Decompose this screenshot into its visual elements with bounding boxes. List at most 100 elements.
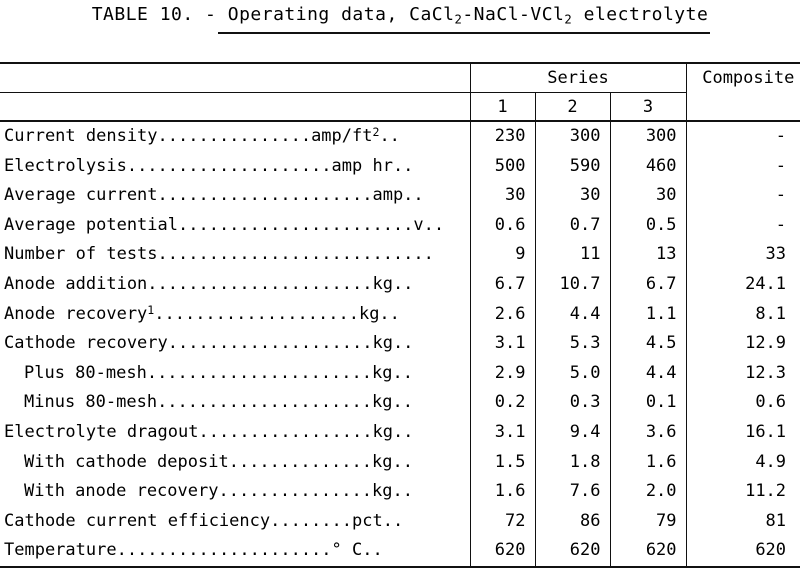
row-unit: kg.. — [372, 333, 414, 354]
row-label: Electrolyte dragout.................kg.. — [0, 418, 470, 448]
row-label-text: Number of tests — [4, 244, 158, 265]
row-label: Minus 80-mesh.....................kg.. — [0, 388, 470, 418]
cell-composite: 620 — [685, 536, 800, 568]
row-label-text: Plus 80-mesh — [24, 362, 147, 383]
cell-composite: - — [685, 210, 800, 241]
table-row: With cathode deposit..............kg.. 1.… — [0, 447, 800, 478]
cell-series-2: 620 — [534, 536, 610, 568]
row-label-text: Electrolyte dragout — [4, 421, 199, 442]
dot-leader: .................... — [154, 303, 359, 324]
row-unit: amp.. — [372, 185, 424, 206]
cell-composite: 12.9 — [685, 329, 800, 359]
table-row: Anode recovery1....................kg.. 2… — [0, 299, 800, 330]
cell-series-2: 5.3 — [534, 329, 610, 359]
cell-composite: 16.1 — [685, 417, 800, 448]
row-unit: kg.. — [372, 362, 413, 383]
cell-series-3: 1.1 — [609, 299, 687, 330]
header-row-group: Series Composite — [0, 62, 800, 93]
cell-composite: 4.9 — [685, 447, 800, 478]
row-unit: pct.. — [352, 510, 404, 531]
row-label-text: Average current — [4, 185, 158, 206]
cell-composite: 81 — [685, 506, 800, 537]
dot-leader: ..................... — [157, 392, 372, 413]
row-label: Anode addition......................kg.. — [0, 270, 470, 300]
row-unit-suffix: .. — [379, 126, 400, 146]
row-unit: kg.. — [372, 392, 413, 413]
cell-series-1: 1.6 — [469, 477, 535, 507]
table-row: Minus 80-mesh.....................kg.. 0.… — [0, 388, 800, 418]
table-row: Number of tests.........................… — [0, 240, 800, 270]
table-row: With anode recovery...............kg.. 1.… — [0, 477, 800, 507]
row-label-text: Minus 80-mesh — [24, 392, 158, 413]
dot-leader: ...................... — [146, 362, 372, 383]
cell-series-1: 0.2 — [469, 388, 535, 418]
header-composite: Composite — [685, 62, 800, 93]
row-unit: kg.. — [372, 451, 413, 472]
header-stub-blank-2 — [0, 93, 470, 122]
table-row: Cathode recovery....................kg..… — [0, 329, 800, 359]
dot-leader: ..................... — [157, 185, 373, 206]
title-underline-rule — [218, 32, 710, 34]
cell-composite: 0.6 — [685, 388, 800, 418]
cell-series-3: 6.7 — [609, 269, 687, 300]
table-title-block: TABLE 10. - Operating data, CaCl2-NaCl-V… — [0, 4, 800, 26]
header-row-numbers: 1 2 3 — [0, 92, 800, 122]
row-unit: v.. — [413, 214, 445, 235]
cell-series-2: 7.6 — [534, 477, 610, 507]
cell-series-1: 500 — [469, 151, 535, 182]
row-label: Electrolysis....................amp hr.. — [0, 152, 470, 182]
row-label: Cathode recovery....................kg.. — [0, 329, 470, 359]
cell-series-1: 1.5 — [469, 447, 535, 478]
row-label-text: Anode addition — [4, 273, 148, 294]
dot-leader: .................... — [126, 155, 332, 176]
cell-series-3: 13 — [609, 240, 687, 270]
cell-series-2: 9.4 — [534, 417, 610, 448]
dot-leader: ........ — [270, 510, 352, 531]
cell-series-3: 620 — [609, 536, 687, 568]
cell-composite: - — [685, 120, 800, 152]
table-row: Plus 80-mesh......................kg.. 2.… — [0, 358, 800, 389]
cell-series-1: 620 — [469, 536, 535, 568]
cell-series-3: 0.1 — [609, 388, 687, 418]
header-series-group: Series — [469, 62, 687, 93]
table-container: Series Composite 1 2 3 Current density..… — [0, 62, 800, 568]
row-unit: kg.. — [372, 421, 414, 442]
row-label-text: With anode recovery — [24, 481, 219, 502]
cell-series-2: 1.8 — [534, 447, 610, 478]
row-label: With anode recovery...............kg.. — [0, 477, 470, 507]
cell-series-3: 0.5 — [609, 210, 687, 241]
row-label: Average current.....................amp.… — [0, 181, 470, 211]
cell-series-2: 5.0 — [534, 358, 610, 389]
cell-series-2: 0.3 — [534, 388, 610, 418]
row-label-text: Cathode current efficiency — [4, 510, 271, 531]
row-label-text: Cathode recovery — [4, 333, 168, 354]
table-row: Average current.....................amp.… — [0, 181, 800, 211]
dot-leader: ..................... — [116, 540, 332, 561]
cell-composite: 24.1 — [685, 269, 800, 300]
title-middle: -NaCl-VCl — [462, 4, 565, 25]
table-row: Electrolysis....................amp hr..… — [0, 151, 800, 182]
row-label-text: Temperature — [4, 540, 117, 561]
row-unit: ° C.. — [331, 540, 383, 561]
dot-leader: ................. — [198, 421, 373, 442]
table-page: TABLE 10. - Operating data, CaCl 2 -NaCl-V… — [0, 0, 800, 568]
row-unit: kg.. — [372, 481, 413, 502]
header-series-2: 2 — [534, 92, 610, 121]
cell-composite: - — [685, 181, 800, 211]
table-row: Average potential.......................… — [0, 210, 800, 241]
row-label-text: Electrolysis — [4, 155, 127, 176]
header-composite-blank — [685, 92, 800, 121]
cell-series-3: 460 — [609, 151, 687, 182]
title-prefix: TABLE 10. - Operating data, CaCl — [91, 4, 455, 25]
title-suffix: electrolyte — [572, 4, 709, 25]
cell-series-3: 79 — [609, 506, 687, 537]
cell-series-1: 2.6 — [469, 299, 535, 330]
cell-series-1: 3.1 — [469, 417, 535, 448]
page-title: TABLE 10. - Operating data, CaCl2-NaCl-V… — [0, 4, 800, 26]
operating-data-table: Series Composite 1 2 3 Current density..… — [0, 62, 800, 568]
cell-series-2: 30 — [534, 181, 610, 211]
header-stub-blank — [0, 62, 470, 93]
row-label: Cathode current efficiency........pct.. — [0, 507, 470, 537]
table-row: Anode addition......................kg..… — [0, 269, 800, 300]
cell-series-2: 0.7 — [534, 210, 610, 241]
